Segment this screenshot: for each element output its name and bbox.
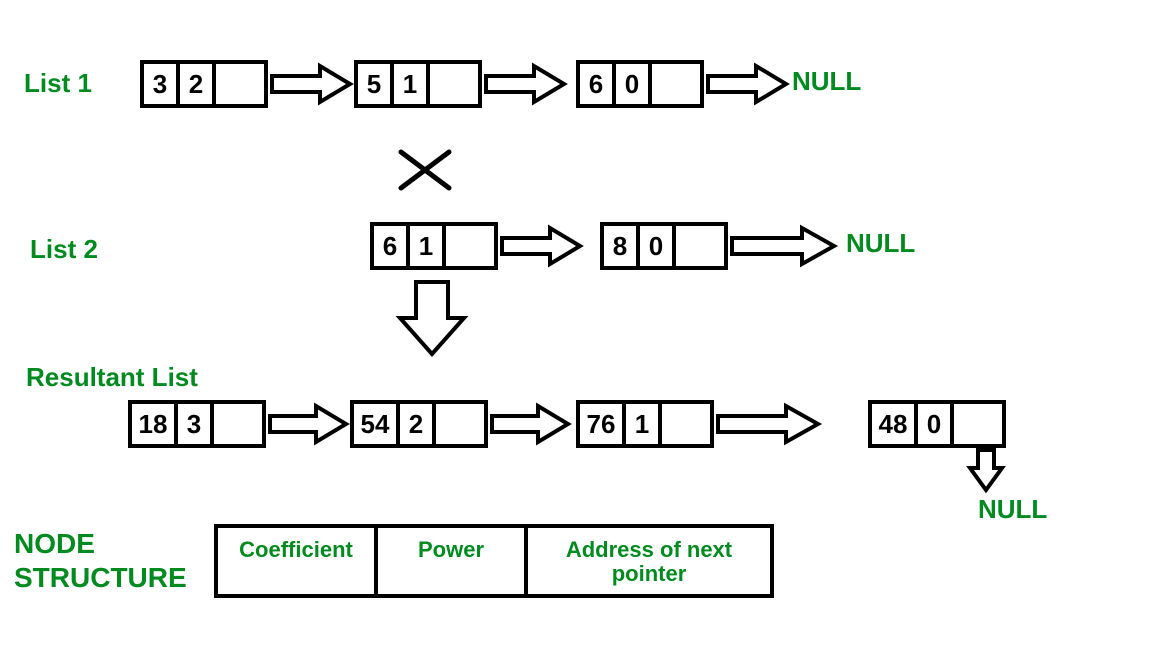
legend-coef: Coefficient [218,528,378,594]
result-node-2: 76 1 [576,400,714,448]
arrow-right-icon [266,400,350,448]
arrow-right-icon [488,400,572,448]
list2-node-1: 8 0 [600,222,728,270]
power-cell: 0 [918,404,954,444]
null-terminator: NULL [792,66,861,97]
ptr-cell [662,404,710,444]
ptr-cell [446,226,494,266]
coef-cell: 3 [144,64,180,104]
list1-node-1: 5 1 [354,60,482,108]
coef-cell: 5 [358,64,394,104]
ptr-cell [676,226,724,266]
ptr-cell [214,404,262,444]
legend-power: Power [378,528,528,594]
list1-node-2: 6 0 [576,60,704,108]
result-node-1: 54 2 [350,400,488,448]
arrow-down-icon [396,278,468,358]
power-cell: 3 [178,404,214,444]
node-structure-legend: Coefficient Power Address of next pointe… [214,524,774,598]
list1-label: List 1 [24,68,92,99]
list1-node-0: 3 2 [140,60,268,108]
list2-label: List 2 [30,234,98,265]
arrow-right-icon [482,60,568,108]
ptr-cell [216,64,264,104]
power-cell: 1 [626,404,662,444]
ptr-cell [954,404,1002,444]
ptr-cell [652,64,700,104]
power-cell: 2 [400,404,436,444]
ptr-cell [430,64,478,104]
node-structure-label-1: NODE [14,528,95,560]
result-node-3: 48 0 [868,400,1006,448]
ptr-cell [436,404,484,444]
arrow-right-icon [728,222,838,270]
arrow-right-icon [704,60,790,108]
coef-cell: 6 [374,226,410,266]
null-terminator: NULL [846,228,915,259]
coef-cell: 76 [580,404,626,444]
arrow-right-icon [498,222,584,270]
coef-cell: 54 [354,404,400,444]
power-cell: 0 [640,226,676,266]
coef-cell: 48 [872,404,918,444]
arrow-right-icon [268,60,354,108]
arrow-right-icon [714,400,822,448]
power-cell: 1 [410,226,446,266]
result-node-0: 18 3 [128,400,266,448]
null-terminator: NULL [978,494,1047,525]
multiply-icon [395,146,455,194]
coef-cell: 8 [604,226,640,266]
coef-cell: 6 [580,64,616,104]
power-cell: 0 [616,64,652,104]
power-cell: 2 [180,64,216,104]
list2-node-0: 6 1 [370,222,498,270]
arrow-down-icon [966,448,1006,494]
legend-addr: Address of next pointer [528,528,770,594]
node-structure-label-2: STRUCTURE [14,562,187,594]
coef-cell: 18 [132,404,178,444]
result-label: Resultant List [26,362,198,393]
power-cell: 1 [394,64,430,104]
